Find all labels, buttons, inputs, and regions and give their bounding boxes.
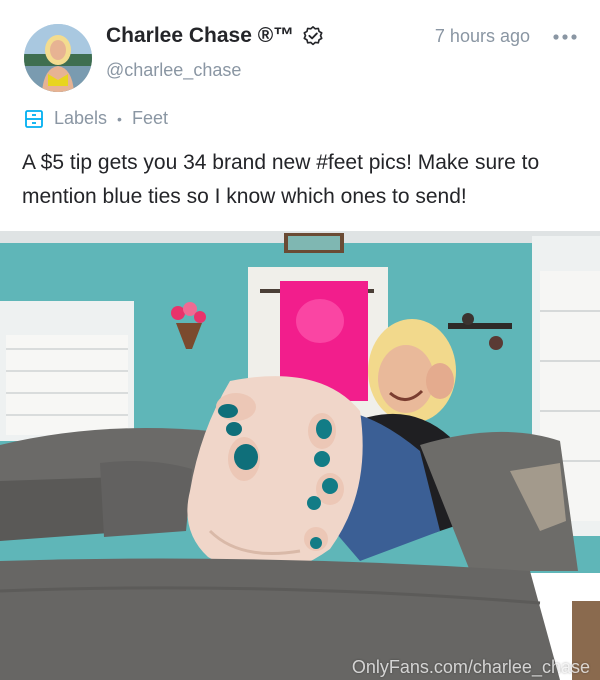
post-media-image[interactable]: OnlyFans.com/charlee_chase (0, 231, 600, 680)
label-feet[interactable]: Feet (132, 108, 168, 129)
watermark: OnlyFans.com/charlee_chase (351, 657, 590, 677)
verified-badge-icon (303, 26, 323, 46)
labels-title[interactable]: Labels (54, 108, 107, 129)
avatar-image (24, 24, 92, 92)
post-labels: Labels • Feet (24, 108, 168, 129)
post-text: A $5 tip gets you 34 brand new #feet pic… (22, 151, 540, 208)
avatar[interactable] (24, 24, 92, 92)
author-handle[interactable]: @charlee_chase (106, 60, 241, 81)
author-name[interactable]: Charlee Chase ®™ (106, 24, 294, 48)
label-separator: • (117, 110, 122, 127)
post-timestamp[interactable]: 7 hours ago (435, 26, 530, 47)
labels-icon (25, 109, 43, 128)
post-header: Charlee Chase ®™ @charlee_chase 7 hours … (0, 0, 600, 100)
more-options-icon[interactable] (552, 28, 578, 46)
post-photo (0, 231, 600, 680)
